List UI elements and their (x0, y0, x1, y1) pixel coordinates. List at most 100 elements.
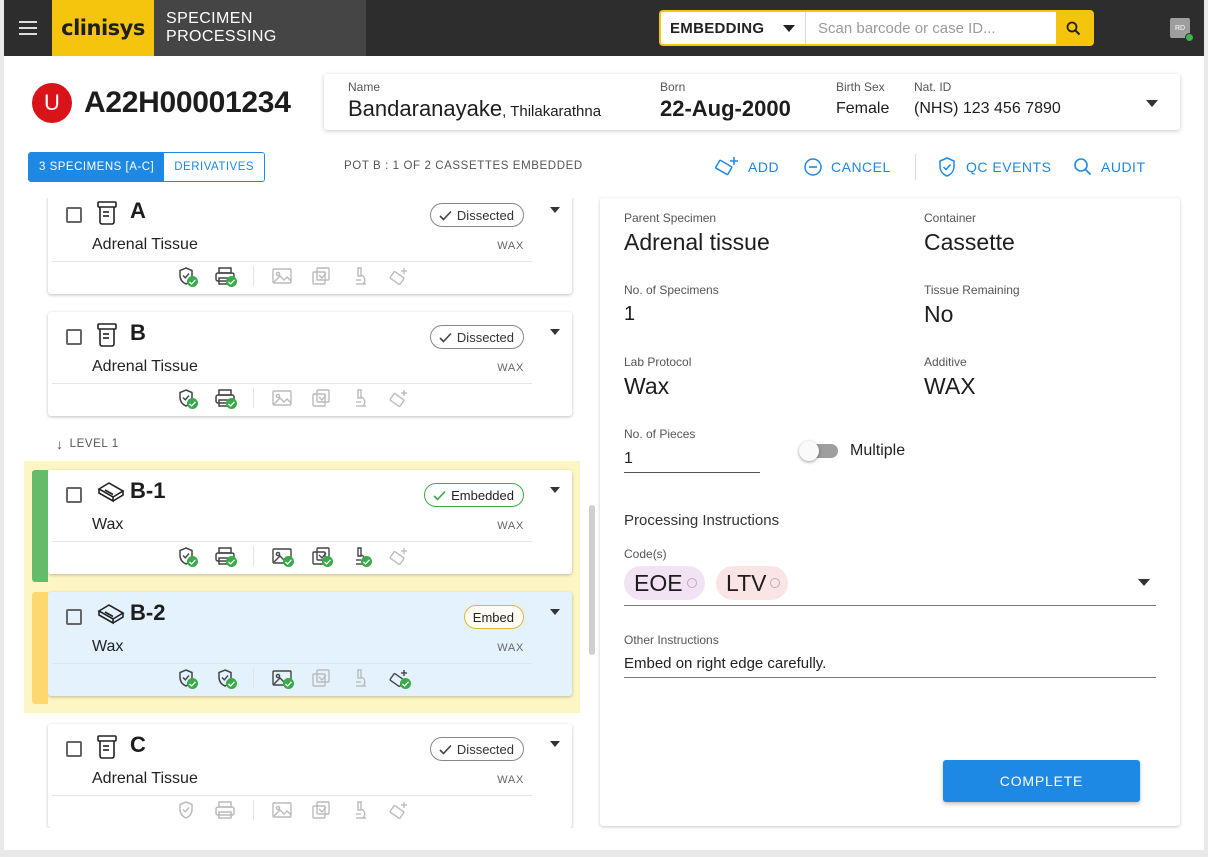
image-icon (272, 390, 292, 406)
stain-button[interactable] (385, 544, 413, 568)
other-instructions-input[interactable] (624, 650, 1156, 678)
specimen-checkbox[interactable] (66, 609, 82, 625)
search-icon (1066, 21, 1080, 35)
icon-row-divider (253, 800, 254, 820)
qc-shield-button-2[interactable] (211, 666, 239, 690)
audit-search-icon (1074, 158, 1092, 176)
add-specimen-icon (715, 157, 738, 176)
qc-shield-button[interactable] (172, 264, 200, 288)
codes-select[interactable]: EOE LTV (624, 564, 1156, 606)
slides-button[interactable] (307, 666, 335, 690)
stage-select[interactable]: EMBEDDING (661, 12, 805, 44)
specimen-card-a[interactable]: A Dissected Adrenal Tissue WAX (48, 198, 572, 294)
tab-specimens[interactable]: 3 SPECIMENS [A-C] (29, 153, 165, 181)
status-chip-label: Embedded (451, 487, 514, 503)
check-icon (439, 744, 452, 755)
microscope-button[interactable] (346, 798, 374, 822)
natid-label: Nat. ID (914, 80, 952, 94)
print-label-button[interactable] (211, 544, 239, 568)
check-icon (439, 332, 452, 343)
cancel-label: CANCEL (831, 159, 891, 175)
search-button[interactable] (1056, 12, 1090, 44)
done-check-badge (187, 276, 198, 287)
workflow-icon-row (172, 666, 424, 690)
card-expand-button[interactable] (550, 609, 560, 615)
patient-natid-value: (NHS) 123 456 7890 (914, 100, 1061, 117)
qc-events-button[interactable]: QC EVENTS (936, 152, 1051, 182)
slides-button[interactable] (307, 386, 335, 410)
slides-button[interactable] (307, 798, 335, 822)
add-button[interactable]: ADD (714, 152, 779, 182)
slides-button[interactable] (307, 264, 335, 288)
card-expand-button[interactable] (550, 487, 560, 493)
image-button[interactable] (268, 798, 296, 822)
image-button[interactable] (268, 386, 296, 410)
remove-code-icon[interactable] (686, 578, 697, 588)
specimen-pot-icon (97, 735, 117, 759)
complete-button[interactable]: COMPLETE (943, 760, 1140, 802)
level-label-text: LEVEL 1 (69, 438, 119, 450)
multiple-toggle[interactable] (799, 441, 838, 461)
print-label-button[interactable] (211, 798, 239, 822)
qc-shield-button[interactable] (172, 386, 200, 410)
cancel-button[interactable]: CANCEL (803, 152, 891, 182)
image-button[interactable] (268, 264, 296, 288)
specimen-pot-icon (97, 201, 117, 225)
embed-status-bar (32, 592, 48, 704)
image-button[interactable] (268, 544, 296, 568)
card-expand-button[interactable] (550, 741, 560, 747)
qc-shield-button[interactable] (172, 544, 200, 568)
microscope-button[interactable] (346, 386, 374, 410)
status-chip: Dissected (429, 325, 524, 349)
image-icon (272, 802, 292, 818)
specimen-checkbox[interactable] (66, 741, 82, 757)
specimen-label: C (130, 732, 146, 757)
audit-button[interactable]: AUDIT (1073, 152, 1146, 182)
print-label-button[interactable] (211, 386, 239, 410)
specimen-checkbox[interactable] (66, 487, 82, 503)
card-expand-button[interactable] (550, 207, 560, 213)
specimen-checkbox[interactable] (66, 329, 82, 345)
qc-shield-button[interactable] (172, 798, 200, 822)
done-check-badge (283, 556, 294, 567)
qc-shield-button[interactable] (172, 666, 200, 690)
specimen-card-b[interactable]: B Dissected Adrenal Tissue WAX (48, 312, 572, 416)
stain-button[interactable] (385, 666, 413, 690)
specimen-additive: WAX (497, 240, 524, 252)
specimen-card-b-1[interactable]: B-1 Embedded Wax WAX (32, 470, 572, 582)
microscope-button[interactable] (346, 264, 374, 288)
card-expand-button[interactable] (550, 329, 560, 335)
microscope-button[interactable] (346, 666, 374, 690)
audit-label: AUDIT (1101, 159, 1146, 175)
patient-expand-button[interactable] (1146, 100, 1158, 107)
image-button[interactable] (268, 666, 296, 690)
code-chip-label: EOE (634, 569, 683, 596)
stain-add-icon (389, 390, 407, 408)
born-label: Born (660, 80, 686, 94)
slides-button[interactable] (307, 544, 335, 568)
user-avatar[interactable]: RD (1170, 18, 1194, 42)
print-label-button[interactable] (211, 264, 239, 288)
tab-derivatives[interactable]: DERIVATIVES (164, 153, 265, 181)
stain-button[interactable] (385, 386, 413, 410)
codes-label: Code(s) (624, 547, 667, 561)
num-specimens-value: 1 (624, 303, 636, 325)
barcode-search-input[interactable] (805, 12, 1056, 44)
specimen-card-c[interactable]: C Dissected Adrenal Tissue WAX (48, 724, 572, 828)
num-pieces-input[interactable] (624, 445, 760, 473)
patient-surname: Bandaranayake (348, 96, 503, 121)
card-divider (52, 663, 532, 664)
stain-button[interactable] (385, 798, 413, 822)
parent-specimen-value: Adrenal tissue (624, 229, 770, 255)
list-scrollbar[interactable] (589, 505, 595, 655)
remove-code-icon[interactable] (770, 578, 781, 588)
microscope-icon (356, 267, 366, 285)
specimen-checkbox[interactable] (66, 207, 82, 223)
microscope-button[interactable] (346, 544, 374, 568)
specimen-card-b-2[interactable]: B-2 Embed Wax WAX (32, 592, 572, 704)
stain-button[interactable] (385, 264, 413, 288)
hamburger-menu-button[interactable] (4, 0, 52, 56)
done-check-badge (283, 678, 294, 689)
specimen-list: A Dissected Adrenal Tissue WAX B Dissect… (24, 198, 580, 828)
check-icon (439, 210, 452, 221)
